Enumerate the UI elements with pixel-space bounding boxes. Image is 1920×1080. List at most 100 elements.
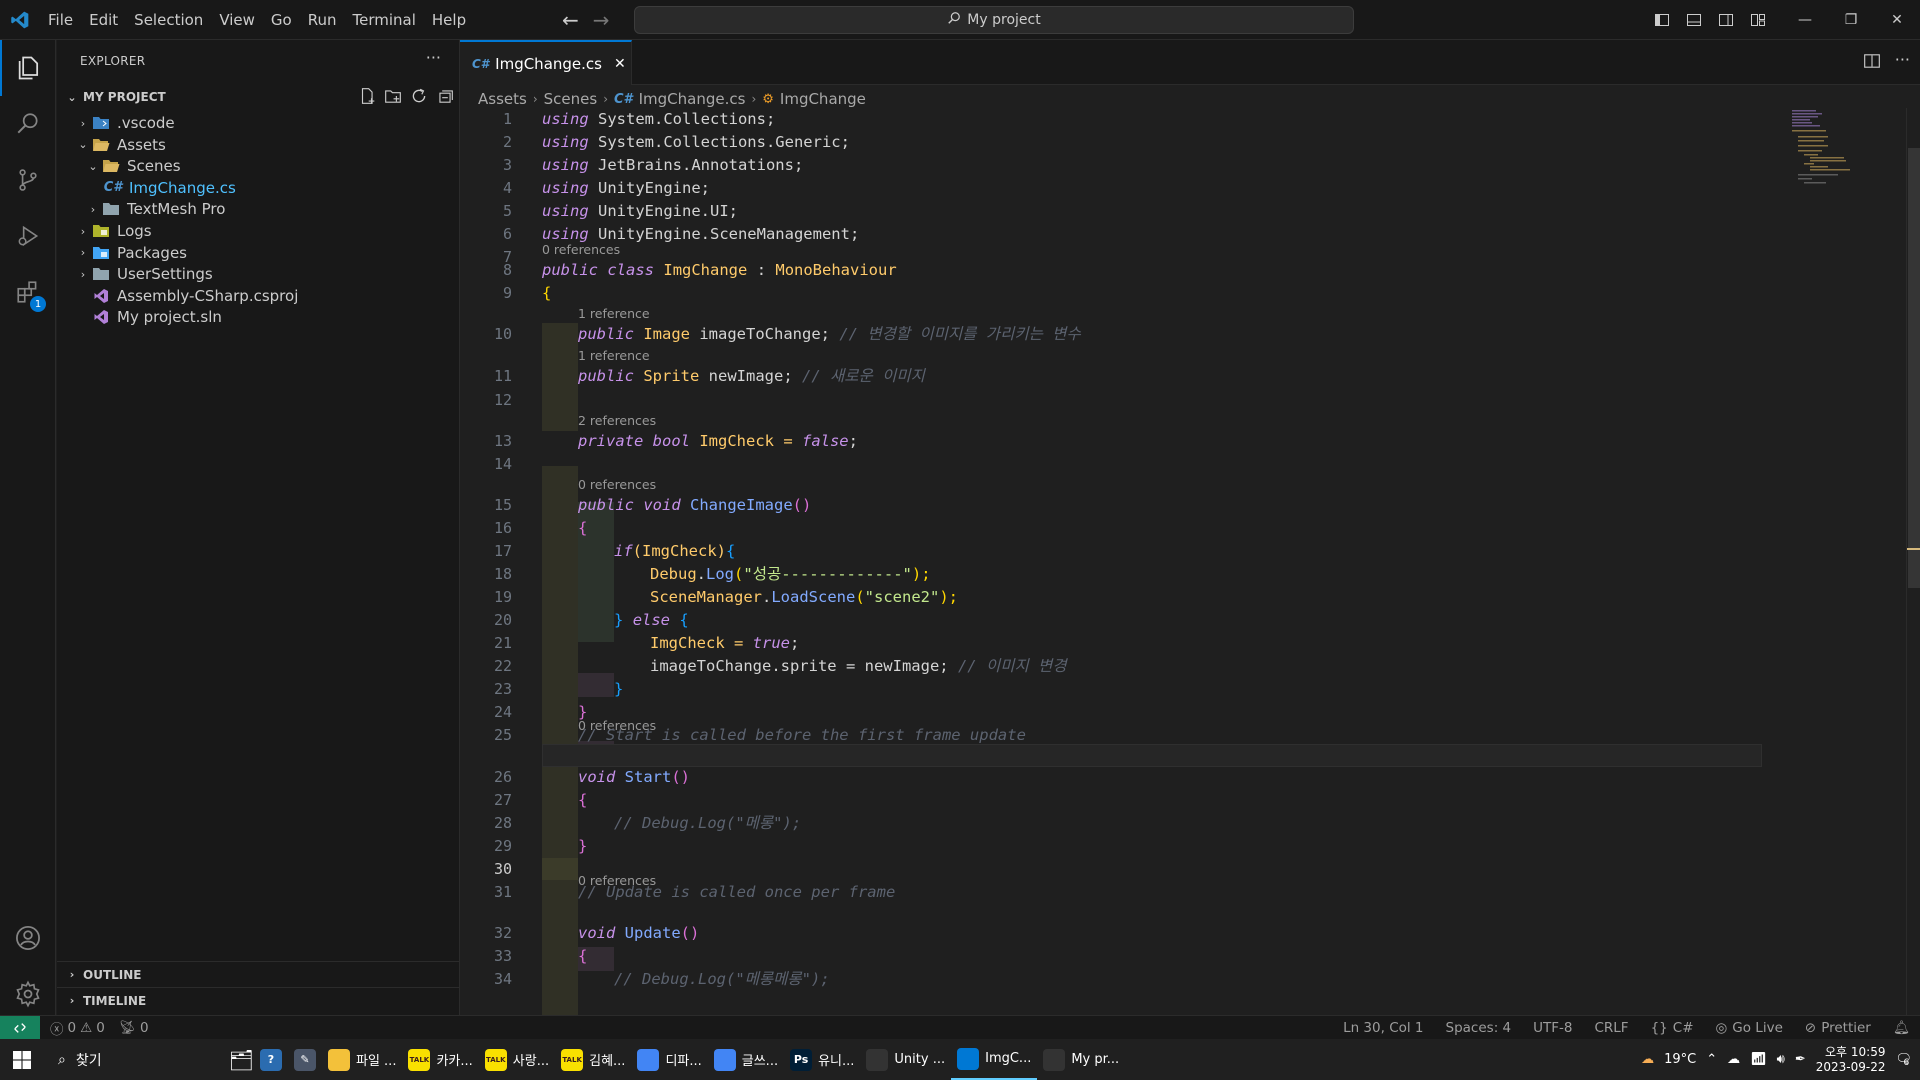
new-file-icon[interactable] — [358, 87, 376, 108]
outline-section-header[interactable]: › OUTLINE — [57, 961, 460, 987]
breadcrumb-scenes[interactable]: Scenes — [544, 90, 598, 108]
taskbar-search[interactable]: ⌕ 찾기 🗂︎ — [44, 1039, 254, 1080]
codelens[interactable]: 1 reference — [578, 347, 650, 365]
tree-item-label: Logs — [117, 222, 152, 240]
timeline-label: TIMELINE — [83, 993, 147, 1008]
warning-icon: ⚠ — [80, 1019, 93, 1036]
toggle-panel-icon[interactable] — [1678, 0, 1710, 40]
code-editor[interactable]: 1 2 3 4 5 6 7 8 9 10 11 12 13 14 15 16 17 18 19 20 21 22 23 24 2… — [460, 108, 1780, 1018]
weather-icon[interactable]: ☁ — [1641, 1052, 1654, 1067]
breadcrumb-assets[interactable]: Assets — [478, 90, 527, 108]
indentation[interactable]: Spaces: 4 — [1446, 1020, 1512, 1036]
chevron-up-icon[interactable]: ⌃ — [1706, 1052, 1717, 1067]
taskbar-app-label: My pr... — [1071, 1052, 1120, 1067]
back-arrow-icon[interactable]: ← — [562, 8, 579, 32]
toggle-secondary-sidebar-icon[interactable] — [1710, 0, 1742, 40]
taskbar-app[interactable]: TALK 카카... — [402, 1039, 478, 1080]
notification-center-icon[interactable]: 🗨︎ 6 — [1895, 1052, 1912, 1068]
code-line-1: using System.Collections; — [542, 110, 776, 128]
pinned-app-icon[interactable]: ✎ — [288, 1039, 322, 1080]
collapse-all-icon[interactable] — [436, 87, 454, 108]
vscode-icon — [957, 1047, 980, 1070]
problems-indicator[interactable]: ⓧ 0 ⚠ 0 — [50, 1018, 105, 1038]
ports-indicator[interactable]: 📡︎ 0 — [119, 1020, 149, 1036]
close-tab-icon[interactable]: ✕ — [614, 56, 626, 72]
pen-icon[interactable]: ✒ — [1795, 1052, 1806, 1067]
codelens[interactable]: 2 references — [578, 412, 656, 430]
prettier-button[interactable]: ⊘ Prettier — [1805, 1020, 1871, 1036]
settings-gear-icon[interactable] — [0, 966, 56, 1022]
menu-help[interactable]: Help — [424, 0, 474, 40]
project-section-header[interactable]: ⌄ MY PROJECT — [57, 84, 460, 110]
command-center-search[interactable]: My project — [634, 6, 1354, 34]
search-icon — [947, 11, 961, 29]
breadcrumb-file[interactable]: ImgChange.cs — [639, 90, 746, 108]
task-view-icon[interactable]: ? — [254, 1039, 288, 1080]
weather-temp[interactable]: 19°C — [1664, 1052, 1696, 1067]
taskbar-app[interactable]: 파일 ... — [322, 1039, 402, 1080]
menu-view[interactable]: View — [211, 0, 263, 40]
menu-go[interactable]: Go — [263, 0, 300, 40]
extensions-icon[interactable]: 1 — [0, 264, 56, 320]
encoding[interactable]: UTF-8 — [1533, 1020, 1572, 1036]
scrollbar-thumb[interactable] — [1908, 148, 1920, 588]
code-line-21: ImgCheck = true; — [650, 634, 800, 652]
line-endings[interactable]: CRLF — [1594, 1020, 1628, 1036]
explorer-sidebar: EXPLORER ··· ⌄ MY PROJECT › .vscode ⌄ Asset… — [57, 40, 460, 1015]
notifications-bell-icon[interactable]: 🔔︎ — [1893, 1020, 1910, 1036]
tree-item-label: UserSettings — [117, 265, 213, 284]
cloud-icon[interactable]: ☁ — [1727, 1052, 1740, 1067]
taskbar-app[interactable]: 글쓰... — [708, 1039, 784, 1080]
more-actions-icon[interactable]: ··· — [426, 48, 441, 67]
taskbar-app-label: 사랑... — [512, 1054, 550, 1069]
taskbar-app[interactable]: Ps 유니... — [784, 1039, 860, 1080]
taskbar-app[interactable]: TALK 사랑... — [479, 1039, 555, 1080]
restore-icon[interactable]: ❐ — [1828, 0, 1874, 40]
run-debug-icon[interactable] — [0, 208, 56, 264]
customize-layout-icon[interactable] — [1742, 0, 1774, 40]
menu-edit[interactable]: Edit — [81, 0, 126, 40]
menu-run[interactable]: Run — [300, 0, 345, 40]
cursor-position[interactable]: Ln 30, Col 1 — [1343, 1020, 1423, 1036]
code-line-22: imageToChange.sprite = newImage; // 이미지 … — [650, 657, 1067, 675]
source-control-icon[interactable] — [0, 152, 56, 208]
tab-imgchange[interactable]: C# ImgChange.cs ✕ — [460, 40, 632, 85]
breadcrumb-class[interactable]: ImgChange — [780, 90, 866, 108]
new-folder-icon[interactable] — [384, 87, 402, 108]
outline-label: OUTLINE — [83, 967, 142, 982]
vertical-scrollbar[interactable] — [1906, 108, 1920, 1018]
taskbar-app[interactable]: TALK 김혜... — [555, 1039, 631, 1080]
codelens[interactable]: 1 reference — [578, 305, 650, 323]
taskbar-app[interactable]: Unity ... — [860, 1039, 951, 1080]
taskbar-app[interactable]: 디파... — [631, 1039, 707, 1080]
forward-arrow-icon[interactable]: → — [593, 8, 610, 32]
refresh-icon[interactable] — [410, 87, 428, 108]
volume-icon[interactable]: 🔊︎ — [1777, 1052, 1785, 1067]
activity-bar: 1 — [0, 40, 56, 1015]
explorer-icon[interactable] — [0, 40, 56, 96]
menu-terminal[interactable]: Terminal — [345, 0, 424, 40]
accounts-icon[interactable] — [0, 910, 56, 966]
timeline-section-header[interactable]: › TIMELINE — [57, 987, 460, 1013]
wifi-icon[interactable]: 📶︎ — [1750, 1052, 1767, 1067]
remote-indicator-icon[interactable] — [0, 1015, 40, 1040]
minimize-icon[interactable]: — — [1782, 0, 1828, 40]
codelens[interactable]: 0 references — [578, 476, 656, 494]
windows-start-icon[interactable] — [0, 1039, 44, 1080]
search-icon[interactable] — [0, 96, 56, 152]
go-live-button[interactable]: ◎ Go Live — [1716, 1020, 1783, 1036]
more-actions-icon[interactable]: ··· — [1895, 52, 1910, 74]
taskbar-app[interactable]: My pr... — [1037, 1039, 1125, 1080]
menu-file[interactable]: File — [40, 0, 81, 40]
system-tray: ☁ 19°C ⌃ ☁ 📶︎ 🔊︎ ✒ 오후 10:59 2023-09-22 🗨… — [1641, 1039, 1920, 1080]
split-editor-icon[interactable] — [1863, 52, 1881, 74]
toggle-primary-sidebar-icon[interactable] — [1646, 0, 1678, 40]
menu-selection[interactable]: Selection — [126, 0, 211, 40]
close-window-icon[interactable]: ✕ — [1874, 0, 1920, 40]
tree-item[interactable]: My project.sln — [57, 304, 460, 330]
clock[interactable]: 오후 10:59 2023-09-22 — [1816, 1045, 1886, 1075]
taskbar-app[interactable]: ImgC... — [951, 1039, 1038, 1080]
language-mode[interactable]: {} C# — [1651, 1020, 1694, 1036]
minimap[interactable] — [1790, 108, 1910, 1018]
csharp-file-icon: C# — [103, 180, 123, 196]
